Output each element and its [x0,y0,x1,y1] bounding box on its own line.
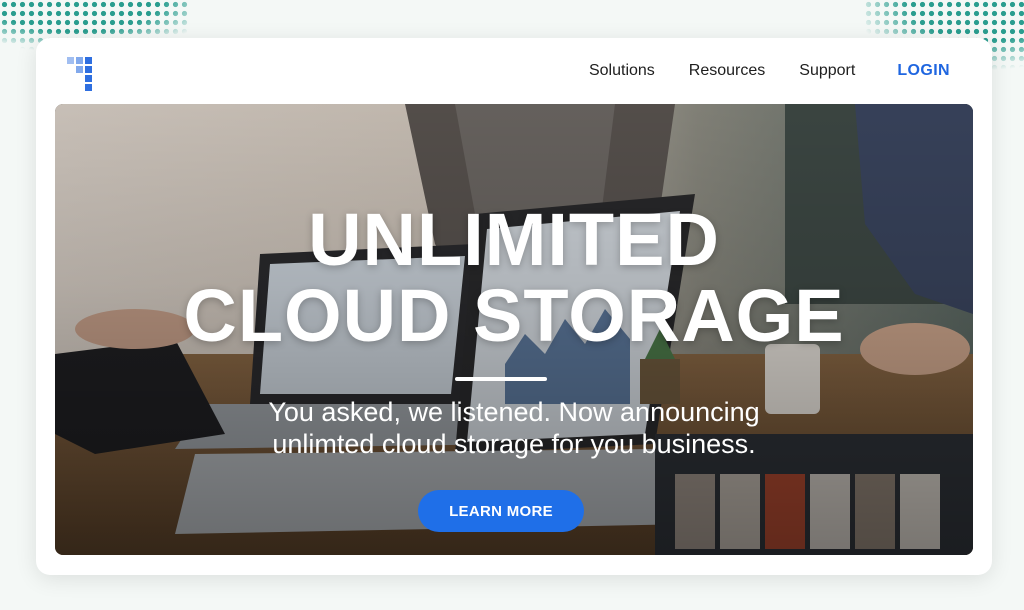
hero-subtext: You asked, we listened. Now announcing u… [55,396,973,460]
learn-more-button[interactable]: LEARN MORE [418,490,584,532]
top-navigation: Solutions Resources Support LOGIN [589,62,950,80]
headline-divider [455,377,547,381]
hero-banner: UNLIMITED CLOUD STORAGE You asked, we li… [55,104,973,555]
nav-item-resources[interactable]: Resources [689,62,765,80]
login-link[interactable]: LOGIN [897,62,950,80]
hero-headline-line2: CLOUD STORAGE [183,274,845,357]
nav-item-support[interactable]: Support [799,62,855,80]
hero-subtext-line2: unlimted cloud storage for you business. [272,429,756,459]
nav-item-solutions[interactable]: Solutions [589,62,655,80]
website-window: Solutions Resources Support LOGIN UNLIMI… [36,38,992,575]
hero-headline-line1: UNLIMITED [308,198,720,281]
logo-icon[interactable] [67,57,103,91]
hero-subtext-line1: You asked, we listened. Now announcing [268,397,760,427]
